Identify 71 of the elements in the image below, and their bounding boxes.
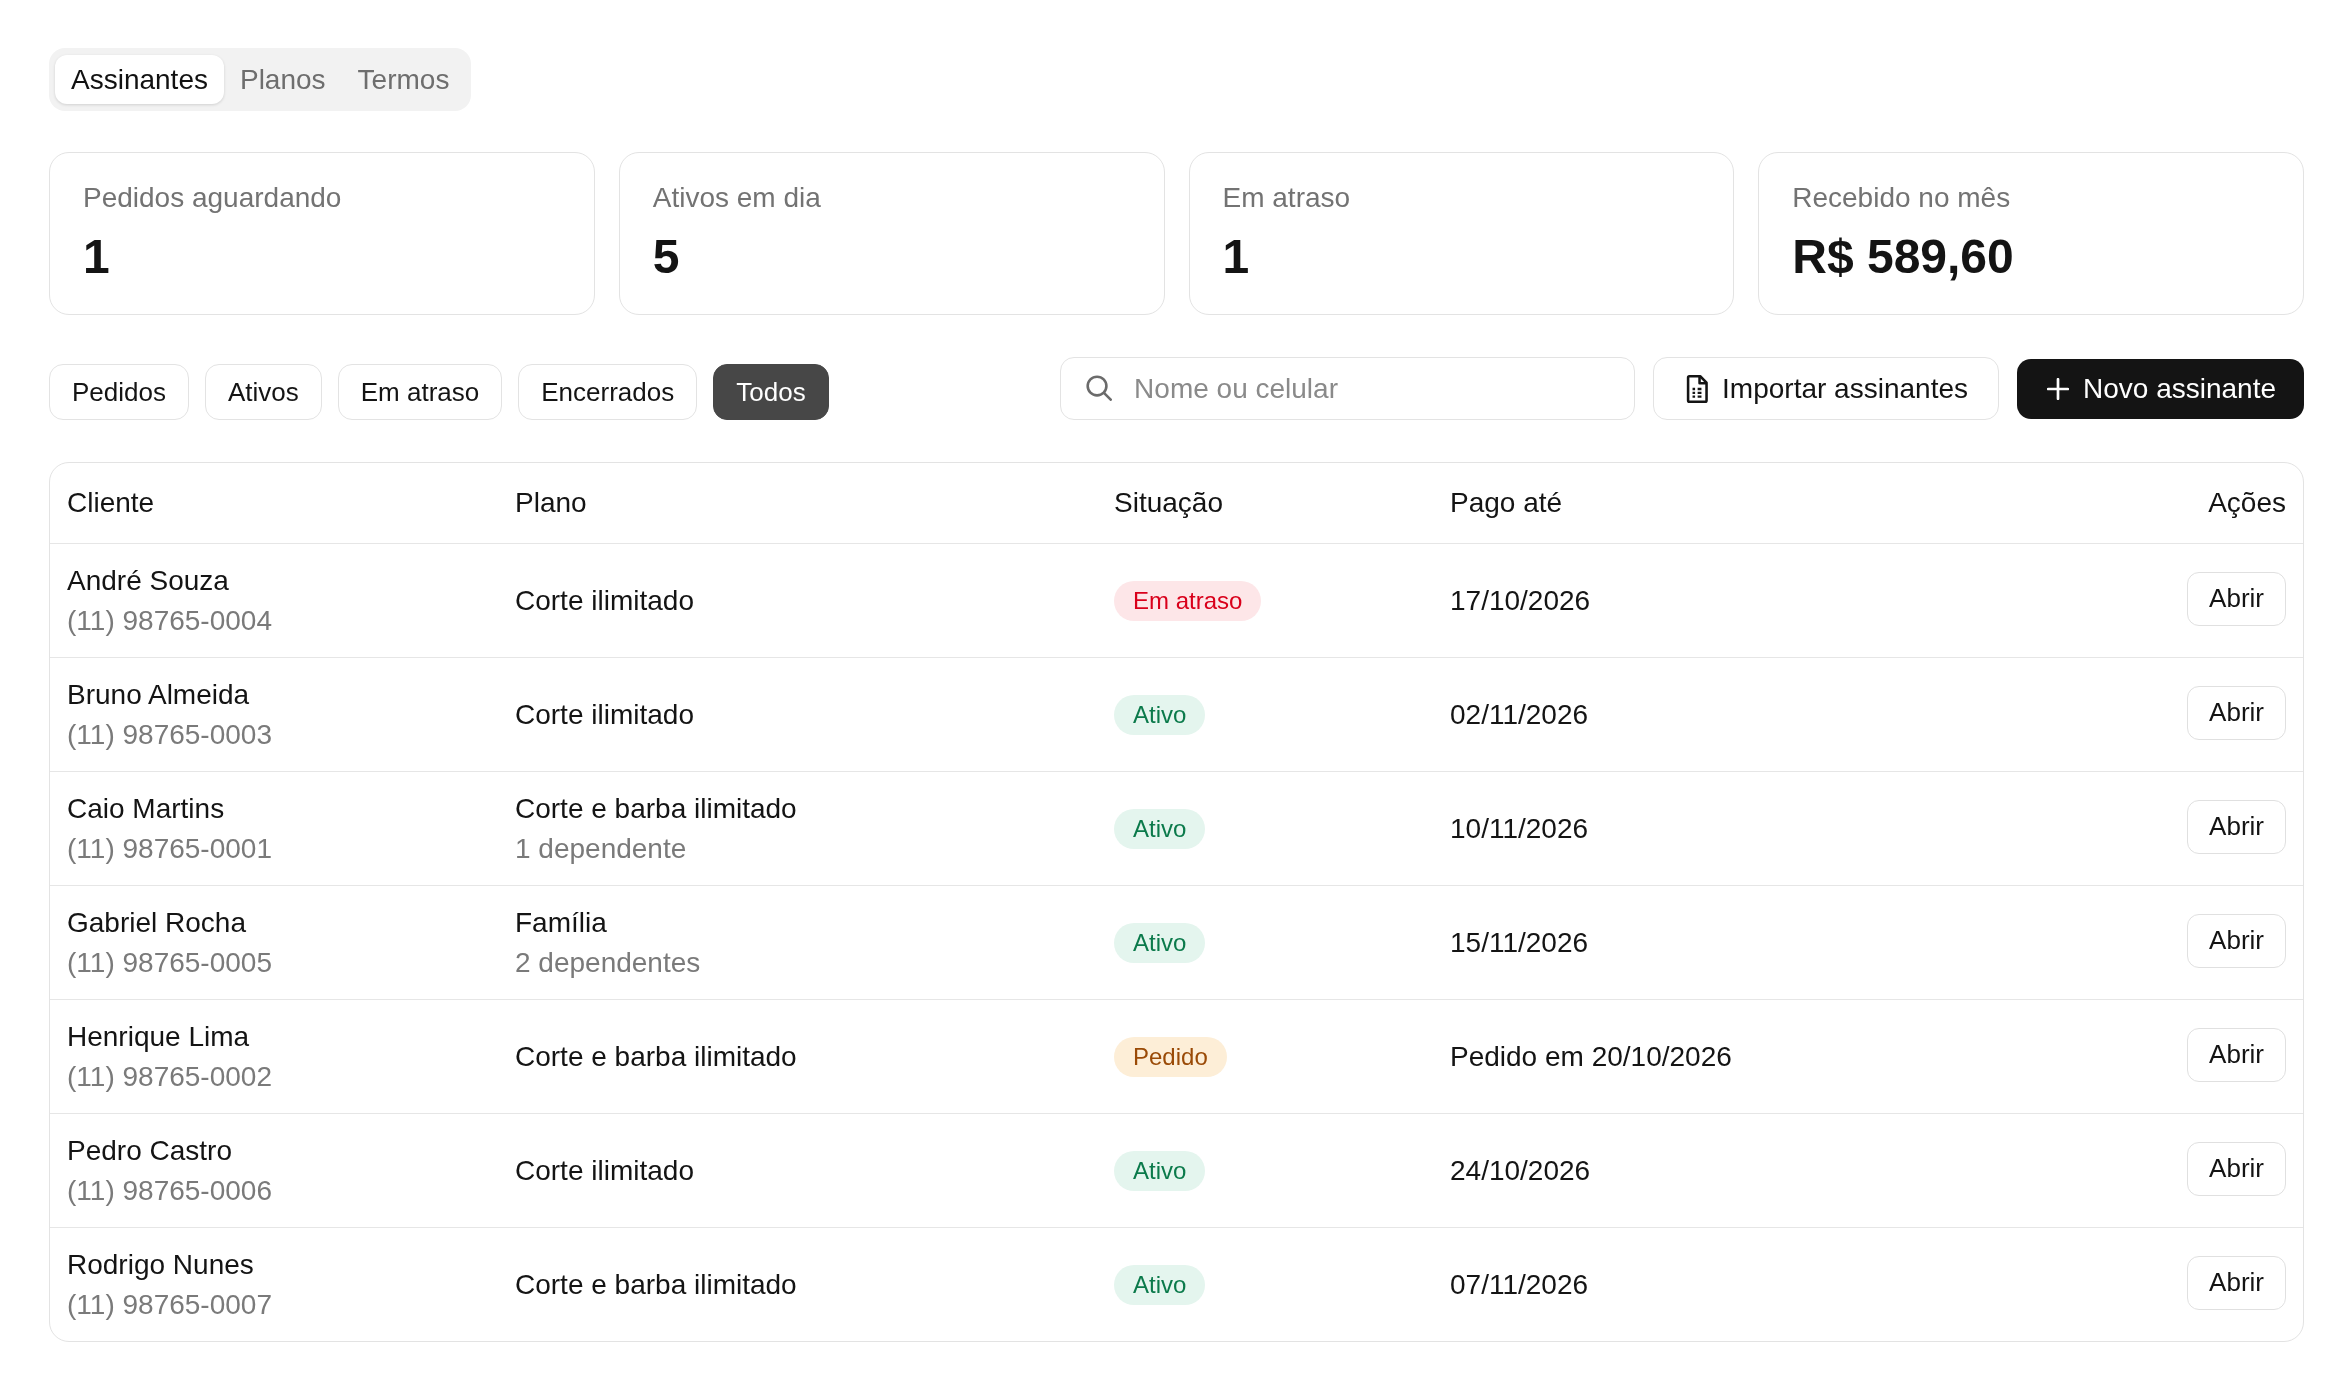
paid-until-date: 02/11/2026 — [1450, 697, 1589, 732]
plan-detail: 1 dependente — [515, 831, 687, 866]
client-name: Pedro Castro — [67, 1133, 232, 1168]
client-phone: (11) 98765-0003 — [67, 717, 272, 752]
plan-name: Corte ilimitado — [515, 1153, 694, 1188]
status-badge: Ativo — [1114, 694, 1206, 735]
card-value: 5 — [652, 229, 680, 285]
client-name: Caio Martins — [67, 791, 225, 826]
client-phone: (11) 98765-0001 — [67, 831, 272, 866]
paid-until-date: 24/10/2026 — [1450, 1153, 1591, 1188]
plan-name: Corte ilimitado — [515, 583, 694, 618]
card-label: Em atraso — [1222, 181, 1351, 215]
client-phone: (11) 98765-0002 — [67, 1059, 272, 1094]
card-value: 1 — [1222, 229, 1250, 285]
filter-chip[interactable]: Encerrados — [518, 364, 698, 420]
client-phone: (11) 98765-0007 — [67, 1287, 272, 1322]
filter-chip[interactable]: Todos — [713, 364, 829, 420]
document-icon — [1686, 374, 1709, 403]
paid-until-date: Pedido em 20/10/2026 — [1450, 1039, 1732, 1074]
open-button[interactable]: Abrir — [2187, 1027, 2286, 1082]
status-badge: Em atraso — [1114, 580, 1262, 621]
client-phone: (11) 98765-0005 — [67, 945, 272, 980]
plus-icon — [2047, 378, 2069, 400]
client-phone: (11) 98765-0004 — [67, 603, 272, 638]
card-label: Pedidos aguardando — [83, 181, 342, 215]
plan-detail: 2 dependentes — [515, 945, 701, 980]
status-badge: Ativo — [1114, 1150, 1206, 1191]
filter-chip[interactable]: Em atraso — [337, 364, 503, 420]
status-badge: Pedido — [1114, 1036, 1227, 1077]
search-field[interactable]: Nome ou celular — [1060, 357, 1636, 420]
open-button[interactable]: Abrir — [2187, 571, 2286, 626]
column-header: Ações — [2208, 487, 2286, 519]
plan-name: Corte e barba ilimitado — [515, 1039, 797, 1074]
column-header: Pago até — [1450, 487, 1563, 519]
open-button[interactable]: Abrir — [2187, 799, 2286, 854]
search-icon — [1086, 375, 1113, 401]
client-name: Gabriel Rocha — [67, 905, 246, 940]
plan-name: Corte ilimitado — [515, 697, 694, 732]
new-subscriber-button[interactable]: Novo assinante — [2017, 359, 2304, 419]
card-value: R$ 589,60 — [1792, 229, 2014, 285]
open-button[interactable]: Abrir — [2187, 1141, 2286, 1196]
paid-until-date: 17/10/2026 — [1450, 583, 1591, 618]
column-header: Situação — [1114, 487, 1223, 519]
import-button[interactable]: Importar assinantes — [1653, 357, 1999, 420]
status-badge: Ativo — [1114, 1264, 1206, 1305]
filter-chip[interactable]: Pedidos — [49, 364, 189, 420]
card-value: 1 — [83, 229, 110, 285]
status-badge: Ativo — [1114, 922, 1206, 963]
client-name: Henrique Lima — [67, 1019, 250, 1054]
open-button[interactable]: Abrir — [2187, 685, 2286, 740]
plan-name: Família — [515, 905, 607, 940]
paid-until-date: 10/11/2026 — [1450, 811, 1589, 846]
open-button[interactable]: Abrir — [2187, 913, 2286, 968]
paid-until-date: 15/11/2026 — [1450, 925, 1589, 960]
client-name: André Souza — [67, 563, 229, 598]
card-label: Ativos em dia — [652, 181, 821, 215]
client-phone: (11) 98765-0006 — [67, 1173, 272, 1208]
tab[interactable]: Termos — [341, 55, 466, 104]
filter-chip[interactable]: Ativos — [204, 364, 322, 420]
tab[interactable]: Assinantes — [55, 55, 224, 104]
open-button[interactable]: Abrir — [2187, 1255, 2286, 1310]
status-badge: Ativo — [1114, 808, 1206, 849]
tab[interactable]: Planos — [223, 55, 342, 104]
column-header: Plano — [515, 487, 587, 519]
card-label: Recebido no mês — [1792, 181, 2011, 215]
plan-name: Corte e barba ilimitado — [515, 1267, 797, 1302]
plan-name: Corte e barba ilimitado — [515, 791, 797, 826]
column-header: Cliente — [67, 487, 155, 519]
client-name: Bruno Almeida — [67, 677, 250, 712]
paid-until-date: 07/11/2026 — [1450, 1267, 1589, 1302]
client-name: Rodrigo Nunes — [67, 1247, 254, 1282]
